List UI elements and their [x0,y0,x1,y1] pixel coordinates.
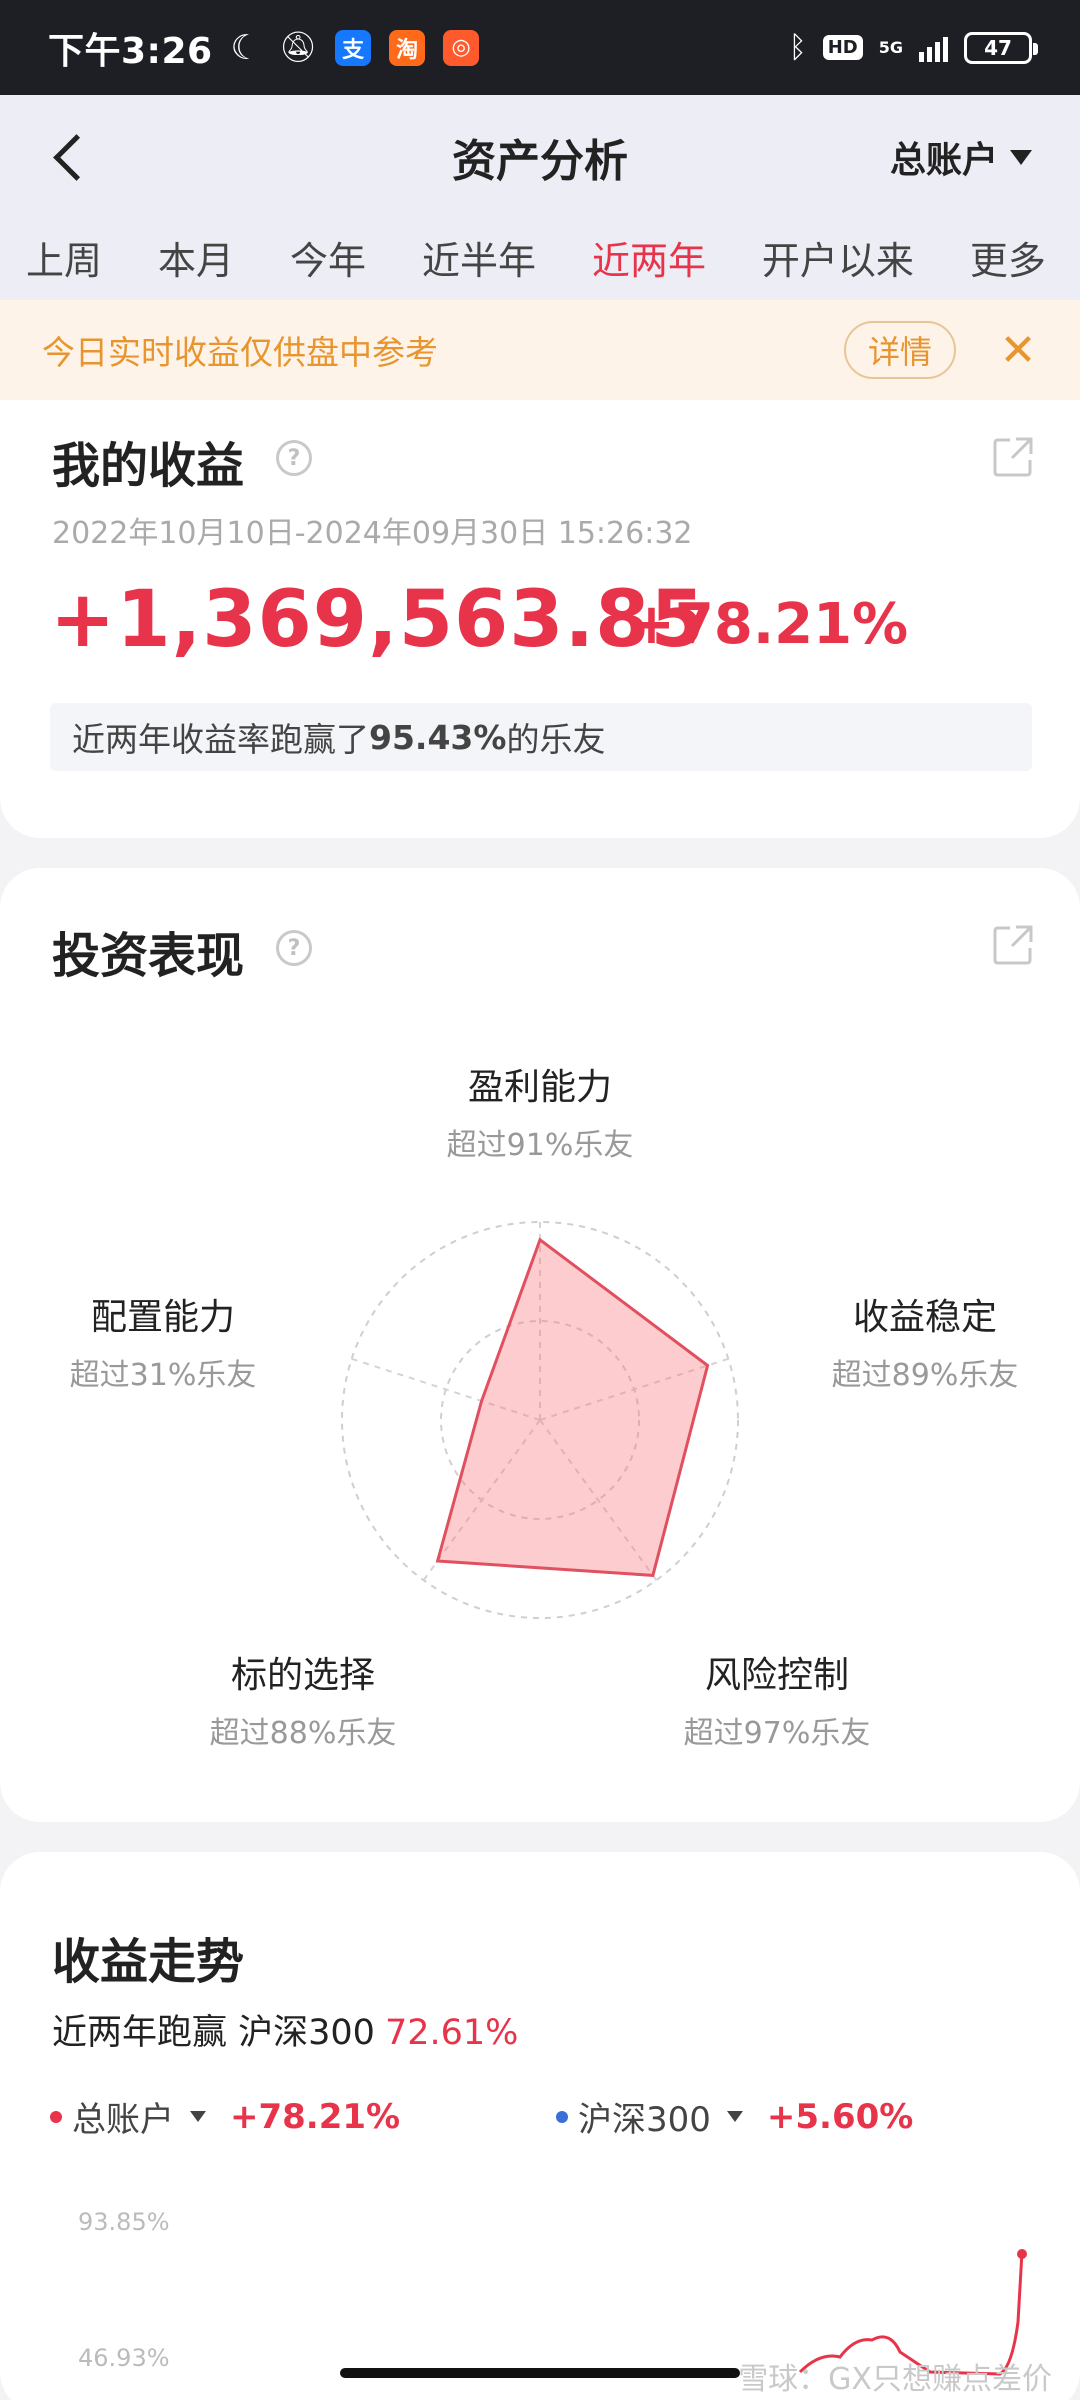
trend-endpoint [1017,2249,1027,2259]
dim-sub-risk: 超过97%乐友 [683,1716,871,1751]
notice-text: 今日实时收益仅供盘中参考 [42,333,438,372]
beat-prefix: 近两年收益率跑赢了 [72,720,369,759]
earnings-card: 我的收益 ? 2022年10月10日-2024年09月30日 15:26:32 … [0,400,1080,838]
app-icon: ◎ [443,29,480,66]
dim-sub-stability: 超过89%乐友 [831,1358,1019,1393]
home-indicator[interactable] [340,2368,740,2378]
period-tabs: 上周 本月 今年 近半年 近两年 开户以来 更多 [0,215,1080,300]
beat-ratio-bar: 近两年收益率跑赢了 95.43% 的乐友 [50,703,1032,771]
caret-down-icon [1010,149,1032,165]
dim-label-profit: 盈利能力 [467,1067,612,1108]
date-range: 2022年10月10日-2024年09月30日 15:26:32 [52,516,693,551]
dim-label-selection: 标的选择 [230,1655,375,1696]
close-icon[interactable]: ✕ [998,325,1038,376]
mute-bell-icon: 🔕︎ [279,30,318,65]
dim-label-allocation: 配置能力 [90,1297,235,1338]
radar-chart: 盈利能力 超过91%乐友 收益稳定 超过89%乐友 风险控制 超过97%乐友 标… [0,868,1080,1822]
dim-label-risk: 风险控制 [704,1655,849,1696]
tab-this-year[interactable]: 今年 [290,230,366,285]
clock: 下午3:26 [48,30,213,72]
battery-icon: 47 [964,31,1038,64]
realtime-notice: 今日实时收益仅供盘中参考 详情 ✕ [0,300,1080,400]
share-icon[interactable] [992,436,1034,478]
tab-more[interactable]: 更多 [970,230,1046,285]
dim-sub-selection: 超过88%乐友 [209,1716,397,1751]
tab-since-open[interactable]: 开户以来 [762,230,914,285]
signal-icon [919,34,948,62]
alipay-icon: 支 [335,29,372,66]
trend-chart [798,2249,1027,2376]
taobao-icon: 淘 [389,29,426,66]
earnings-title: 我的收益 [52,438,245,494]
tab-two-years[interactable]: 近两年 [592,230,706,285]
hd-icon: HD [822,35,863,60]
performance-card: 投资表现 ? 盈利能力 超过91%乐友 收益稳定 超过89%乐友 风险控制 超过… [0,868,1080,1822]
status-bar: 下午3:26 ☾ 🔕︎ 支 淘 ◎ ᛒ HD 5G 47 [0,0,1080,95]
earnings-amount: +1,369,563.85 [50,575,706,665]
moon-icon: ☾ [230,27,262,68]
trend-card: 收益走势 近两年跑赢 沪深300 72.61% 总账户 +78.21% 沪深300… [0,1852,1080,2400]
help-icon[interactable]: ? [276,440,312,476]
tab-last-week[interactable]: 上周 [26,230,102,285]
tab-half-year[interactable]: 近半年 [422,230,536,285]
dim-sub-profit: 超过91%乐友 [446,1128,634,1163]
dim-sub-allocation: 超过31%乐友 [69,1358,257,1393]
bluetooth-icon: ᛒ [788,30,807,65]
battery-level: 47 [984,35,1012,60]
details-button[interactable]: 详情 [843,321,956,379]
dim-label-stability: 收益稳定 [852,1297,997,1338]
header: 资产分析 总账户 上周 本月 今年 近半年 近两年 开户以来 更多 [0,95,1080,300]
beat-suffix: 的乐友 [506,720,606,759]
radar-area [435,1237,710,1577]
account-selector[interactable]: 总账户 [890,131,1032,183]
earnings-percent: +78.21% [628,592,909,657]
account-label: 总账户 [889,140,998,181]
watermark: 雪球：GX只想赚点差价 [738,2362,1052,2397]
beat-value: 95.43% [369,717,507,757]
tab-this-month[interactable]: 本月 [158,230,234,285]
network-label: 5G [878,37,903,57]
